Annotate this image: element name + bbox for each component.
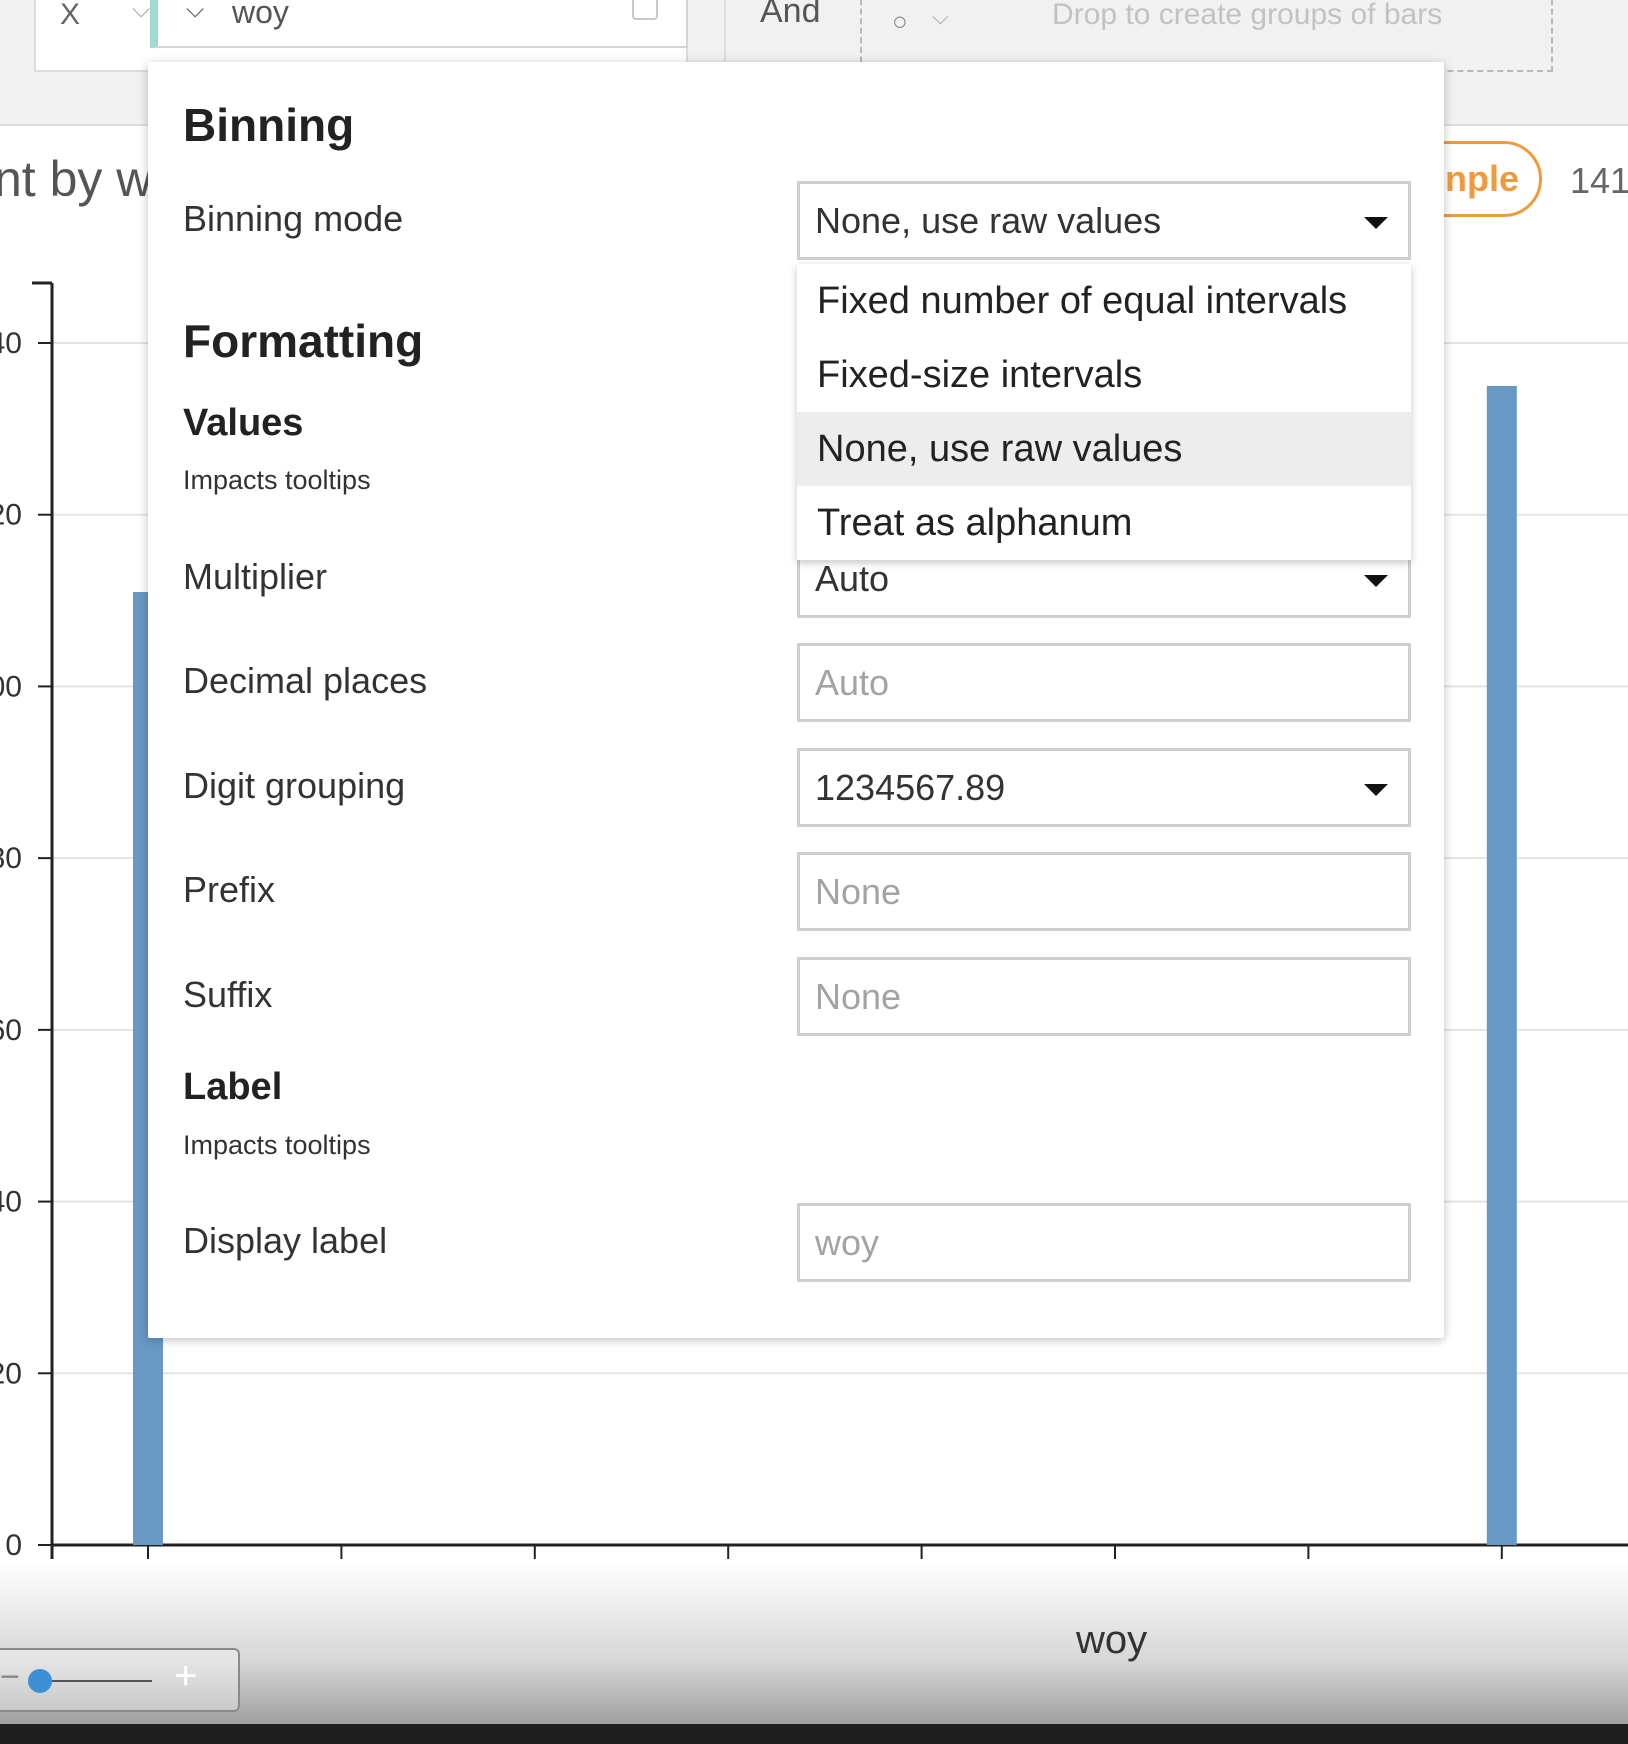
multiplier-label: Multiplier (183, 556, 328, 597)
digit-grouping-value: 1234567.89 (815, 767, 1006, 808)
binning-mode-label: Binning mode (183, 198, 404, 239)
binning-mode-select[interactable]: None, use raw values (797, 181, 1411, 260)
binning-heading: Binning (183, 99, 355, 151)
column-pill[interactable]: ⌵ woy (150, 0, 688, 48)
values-subtitle: Impacts tooltips (183, 465, 371, 495)
label-heading: Label (183, 1066, 283, 1108)
drop-icon: ○ (892, 6, 908, 36)
values-heading: Values (183, 402, 304, 444)
chevron-down-icon[interactable]: ⌵ (932, 4, 949, 30)
bottom-bar (0, 1724, 1628, 1744)
zoom-control[interactable]: − + (0, 1648, 240, 1712)
zoom-slider-track[interactable] (44, 1680, 152, 1682)
chart-title: nt by w (0, 151, 153, 207)
y-tick-label: 20 (0, 1357, 22, 1390)
y-tick-label: 20 (0, 499, 22, 532)
bottom-fade (0, 1562, 1628, 1744)
binning-mode-menu: Fixed number of equal intervals Fixed-si… (797, 264, 1411, 560)
digit-grouping-label: Digit grouping (183, 765, 406, 806)
display-label-input[interactable]: woy (797, 1203, 1411, 1282)
decimal-places-label: Decimal places (183, 660, 428, 701)
binning-option[interactable]: Fixed-size intervals (797, 338, 1411, 412)
digit-grouping-select[interactable]: 1234567.89 (797, 748, 1411, 827)
zoom-in-icon[interactable]: + (174, 1654, 197, 1699)
caret-down-icon[interactable] (1364, 784, 1388, 796)
column-settings-popover: Binning Binning mode None, use raw value… (148, 62, 1444, 1338)
zoom-slider-handle[interactable] (28, 1669, 52, 1693)
y-tick-label: 40 (0, 327, 22, 360)
suffix-input[interactable]: None (797, 957, 1411, 1036)
decimal-places-input[interactable]: Auto (797, 643, 1411, 722)
chevron-down-icon[interactable]: ⌵ (186, 0, 204, 24)
column-name: woy (232, 0, 289, 30)
record-count: 141 (1570, 160, 1628, 201)
y-tick-label: 00 (0, 670, 22, 703)
multiplier-value: Auto (815, 558, 890, 599)
trash-icon[interactable] (632, 0, 658, 20)
caret-down-icon[interactable] (1364, 217, 1388, 229)
prefix-input[interactable]: None (797, 852, 1411, 931)
y-tick-label: 40 (0, 1186, 22, 1219)
binning-mode-value: None, use raw values (815, 200, 1162, 241)
chevron-down-icon[interactable]: ⌵ (132, 0, 150, 24)
x-axis-title: woy (1076, 1618, 1148, 1662)
display-label-label: Display label (183, 1220, 388, 1261)
binning-option-selected[interactable]: None, use raw values (797, 412, 1411, 486)
binning-option[interactable]: Fixed number of equal intervals (797, 264, 1411, 338)
axis-letter: X (60, 0, 81, 31)
zoom-out-icon[interactable]: − (0, 1658, 20, 1697)
drop-zone-text: Drop to create groups of bars (1052, 0, 1443, 31)
formatting-heading: Formatting (183, 315, 424, 367)
binning-option[interactable]: Treat as alphanum (797, 486, 1411, 560)
caret-down-icon[interactable] (1364, 575, 1388, 587)
y-tick-label: 60 (0, 1014, 22, 1047)
suffix-label: Suffix (183, 974, 273, 1015)
y-tick-label: 80 (0, 842, 22, 875)
bar (1486, 385, 1517, 1545)
prefix-label: Prefix (183, 869, 276, 910)
y-tick-label: 0 (5, 1529, 22, 1562)
label-subtitle: Impacts tooltips (183, 1130, 371, 1160)
and-label: And (760, 0, 821, 30)
